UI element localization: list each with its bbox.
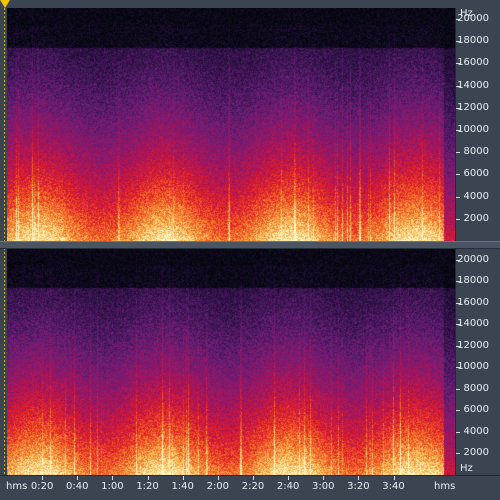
frequency-tick-mark xyxy=(456,367,460,369)
frequency-tick-mark xyxy=(456,41,460,43)
frequency-tick-label: 4000 xyxy=(463,425,489,437)
time-tick-label: 3:00 xyxy=(312,481,335,492)
spectrogram-channel-left[interactable] xyxy=(7,8,455,241)
frequency-tick-label: 14000 xyxy=(457,318,489,330)
frequency-tick-mark xyxy=(456,281,460,283)
frequency-tick-mark xyxy=(456,152,460,154)
time-tick-mark xyxy=(182,476,184,480)
frequency-tick-mark xyxy=(456,19,460,21)
frequency-axis-left: Hz 20000 18000 16000 14000 12000 10000 8000 600… xyxy=(455,8,500,241)
time-tick-label: 3:40 xyxy=(382,481,405,492)
time-tick-mark xyxy=(42,476,44,480)
time-format-label: hms xyxy=(434,481,456,492)
frequency-tick-label: 12000 xyxy=(457,339,489,351)
frequency-tick-mark xyxy=(456,107,460,109)
frequency-tick-mark xyxy=(456,174,460,176)
frequency-tick-label: 20000 xyxy=(457,253,489,265)
time-tick-mark xyxy=(147,476,149,480)
frequency-tick-mark xyxy=(456,345,460,347)
time-tick-label: 1:00 xyxy=(101,481,124,492)
time-tick-mark xyxy=(323,476,325,480)
spectrogram-channel-right[interactable] xyxy=(7,249,455,475)
spectrogram-window: Hz 20000 18000 16000 14000 12000 10000 8000 600… xyxy=(0,0,500,500)
time-tick-mark xyxy=(252,476,254,480)
time-tick-label: 2:20 xyxy=(241,481,265,492)
frequency-tick-label: 18000 xyxy=(457,275,489,287)
frequency-tick-label: 16000 xyxy=(457,296,489,308)
time-tick-label: 0:20 xyxy=(30,481,54,492)
time-format-label: hms xyxy=(6,481,28,492)
time-tick-mark xyxy=(393,476,395,480)
time-tick-label: 3:20 xyxy=(347,481,370,492)
frequency-tick-label: 4000 xyxy=(463,190,489,202)
frequency-tick-label: 10000 xyxy=(457,124,489,136)
frequency-tick-mark xyxy=(456,218,460,220)
frequency-tick-label: 8000 xyxy=(463,382,489,394)
frequency-tick-mark xyxy=(456,85,460,87)
frequency-tick-mark xyxy=(456,63,460,65)
frequency-tick-label: 12000 xyxy=(457,101,489,113)
frequency-tick-mark xyxy=(456,410,460,412)
frequency-unit-label: Hz xyxy=(460,463,473,474)
time-tick-label: 2:00 xyxy=(206,481,230,492)
time-tick-mark xyxy=(358,476,360,480)
time-ruler[interactable]: hms hms 0:20 0:40 1:00 1:20 1:40 2:00 2:20 2:40… xyxy=(0,475,500,500)
frequency-tick-mark xyxy=(456,130,460,132)
frequency-tick-mark xyxy=(456,324,460,326)
channel-divider[interactable] xyxy=(0,241,500,249)
time-tick-label: 1:40 xyxy=(171,481,194,492)
time-tick-mark xyxy=(217,476,219,480)
time-tick-mark xyxy=(112,476,114,480)
frequency-tick-label: 6000 xyxy=(463,168,489,180)
frequency-tick-label: 2000 xyxy=(463,447,489,459)
frequency-tick-label: 8000 xyxy=(463,146,489,158)
time-tick-label: 2:40 xyxy=(276,481,300,492)
frequency-tick-mark xyxy=(456,453,460,455)
spectrogram-canvas-right xyxy=(7,249,455,475)
time-tick-mark xyxy=(288,476,290,480)
time-tick-label: 0:40 xyxy=(66,481,89,492)
frequency-tick-label: 20000 xyxy=(457,13,489,25)
frequency-tick-mark xyxy=(456,259,460,261)
frequency-tick-mark xyxy=(456,388,460,390)
time-tick-label: 1:20 xyxy=(136,481,159,492)
time-tick-mark xyxy=(77,476,79,480)
frequency-tick-label: 2000 xyxy=(463,212,489,224)
frequency-axis-right: Hz 20000 18000 16000 14000 12000 10000 8000 600… xyxy=(455,249,500,475)
frequency-tick-label: 18000 xyxy=(457,35,489,47)
spectrogram-canvas-left xyxy=(7,8,455,241)
frequency-tick-label: 6000 xyxy=(463,404,489,416)
frequency-tick-mark xyxy=(456,196,460,198)
frequency-tick-label: 10000 xyxy=(457,361,489,373)
frequency-tick-label: 16000 xyxy=(457,57,489,69)
frequency-tick-mark xyxy=(456,302,460,304)
playhead-marker-icon[interactable] xyxy=(0,0,10,8)
frequency-tick-label: 14000 xyxy=(457,79,489,91)
frequency-tick-mark xyxy=(456,431,460,433)
